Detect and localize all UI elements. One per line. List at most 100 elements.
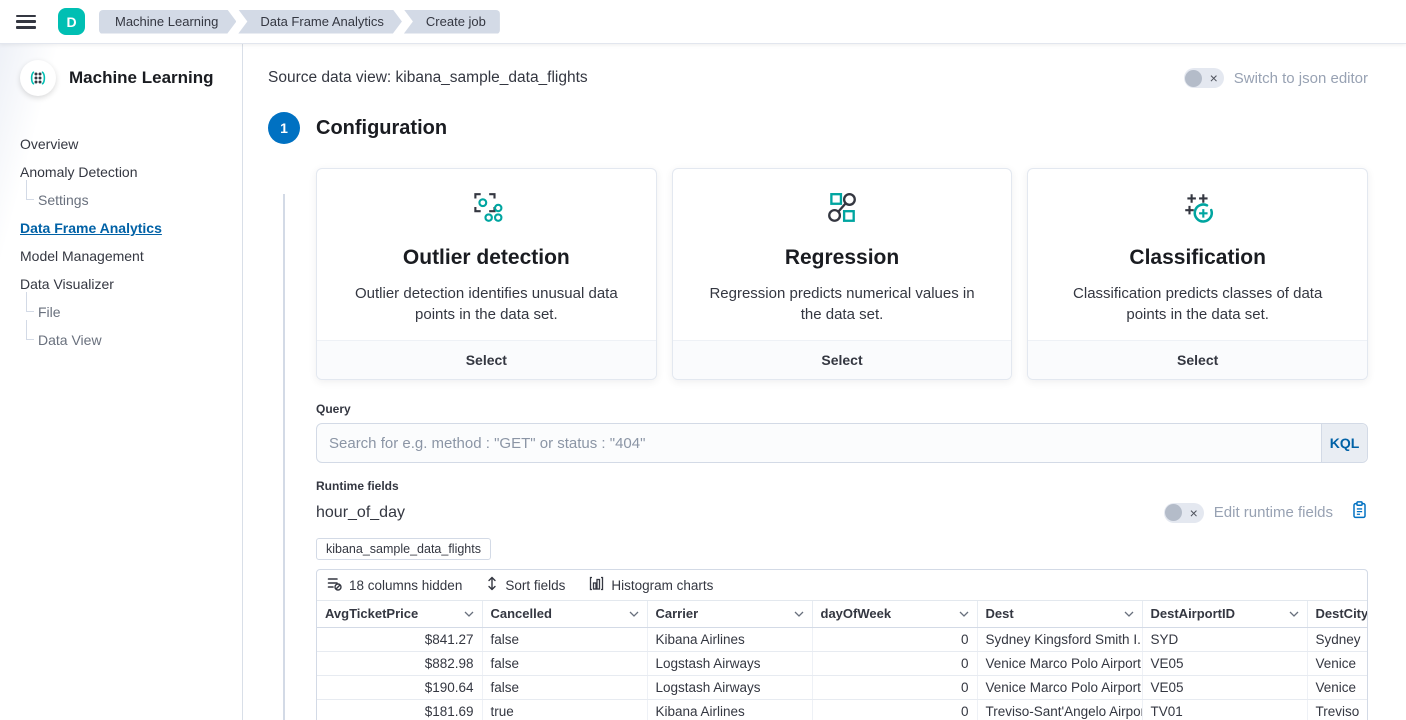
breadcrumb-create-job: Create job [404, 10, 500, 34]
edit-runtime-fields-toggle[interactable]: × [1164, 503, 1204, 523]
card-title: Outlier detection [343, 246, 630, 270]
table-row: $841.27 false Kibana Airlines 0 Sydney K… [317, 627, 1367, 651]
query-search-input[interactable] [316, 423, 1368, 463]
sidebar-nav: Overview Anomaly Detection Settings Data… [20, 130, 242, 354]
columns-icon [327, 576, 342, 594]
cell-dayofweek: 0 [812, 651, 977, 675]
breadcrumb-data-frame-analytics[interactable]: Data Frame Analytics [238, 10, 402, 34]
card-title: Classification [1054, 246, 1341, 270]
machine-learning-app-icon [20, 60, 56, 96]
outlier-detection-icon [466, 212, 506, 229]
main-content: Source data view: kibana_sample_data_fli… [243, 44, 1406, 720]
avatar[interactable]: D [58, 8, 85, 35]
card-description: Outlier detection identifies unusual dat… [343, 283, 630, 325]
sidebar-item-data-view[interactable]: Data View [20, 326, 242, 354]
select-classification-button[interactable]: Select [1028, 340, 1367, 379]
top-navigation-bar: D Machine Learning Data Frame Analytics … [0, 0, 1406, 44]
sidebar-item-data-frame-analytics[interactable]: Data Frame Analytics [20, 214, 242, 242]
card-classification: Classification Classification predicts c… [1027, 168, 1368, 380]
breadcrumb-machine-learning[interactable]: Machine Learning [99, 10, 236, 34]
card-description: Classification predicts classes of data … [1054, 283, 1341, 325]
cell-carrier: Logstash Airways [647, 675, 812, 699]
runtime-fields-label: Runtime fields [316, 479, 1368, 493]
json-editor-toggle-label: Switch to json editor [1234, 70, 1368, 87]
table-row: $181.69 true Kibana Airlines 0 Treviso-S… [317, 699, 1367, 720]
toggle-x-icon: × [1210, 71, 1218, 85]
sidebar-item-data-visualizer[interactable]: Data Visualizer [20, 270, 242, 298]
chevron-down-icon [1124, 611, 1134, 617]
histogram-charts-button[interactable]: Histogram charts [589, 576, 713, 594]
step-title: Configuration [316, 117, 447, 140]
cell-avgticketprice: $181.69 [317, 699, 482, 720]
runtime-field-name: hour_of_day [316, 504, 405, 522]
card-description: Regression predicts numerical values in … [699, 283, 986, 325]
cell-dayofweek: 0 [812, 675, 977, 699]
cell-dayofweek: 0 [812, 627, 977, 651]
sidebar: Machine Learning Overview Anomaly Detect… [0, 44, 243, 720]
toggle-x-icon: × [1190, 506, 1198, 520]
copy-icon[interactable] [1351, 501, 1368, 524]
table-row: $882.98 false Logstash Airways 0 Venice … [317, 651, 1367, 675]
chevron-down-icon [629, 611, 639, 617]
cell-destairportid: SYD [1142, 627, 1307, 651]
flights-data-table: AvgTicketPrice Cancelled Carrier dayOfWe… [317, 601, 1367, 720]
sidebar-item-file[interactable]: File [20, 298, 242, 326]
cell-destairportid: TV01 [1142, 699, 1307, 720]
classification-icon [1178, 212, 1218, 229]
cell-dest: Treviso-Sant'Angelo Airport [977, 699, 1142, 720]
column-header-cancelled[interactable]: Cancelled [482, 601, 647, 627]
cell-avgticketprice: $190.64 [317, 675, 482, 699]
select-outlier-detection-button[interactable]: Select [317, 340, 656, 379]
kql-language-button[interactable]: KQL [1321, 424, 1367, 462]
sort-icon [486, 576, 498, 594]
cell-destcityname: Venice [1307, 651, 1367, 675]
card-regression: Regression Regression predicts numerical… [672, 168, 1013, 380]
regression-icon [822, 212, 862, 229]
sidebar-item-model-management[interactable]: Model Management [20, 242, 242, 270]
cell-carrier: Logstash Airways [647, 651, 812, 675]
cell-destairportid: VE05 [1142, 675, 1307, 699]
chevron-down-icon [464, 611, 474, 617]
column-header-destcityname[interactable]: DestCityName [1307, 601, 1367, 627]
table-row: $190.64 false Logstash Airways 0 Venice … [317, 675, 1367, 699]
chevron-down-icon [1289, 611, 1299, 617]
edit-runtime-fields-label: Edit runtime fields [1214, 504, 1333, 521]
card-title: Regression [699, 246, 986, 270]
cell-carrier: Kibana Airlines [647, 627, 812, 651]
column-header-dayofweek[interactable]: dayOfWeek [812, 601, 977, 627]
cell-cancelled: false [482, 675, 647, 699]
sidebar-item-overview[interactable]: Overview [20, 130, 242, 158]
histogram-icon [589, 576, 604, 594]
json-editor-toggle[interactable]: × [1184, 68, 1224, 88]
sidebar-item-anomaly-detection[interactable]: Anomaly Detection [20, 158, 242, 186]
cell-avgticketprice: $841.27 [317, 627, 482, 651]
column-header-carrier[interactable]: Carrier [647, 601, 812, 627]
cell-destairportid: VE05 [1142, 651, 1307, 675]
column-header-destairportid[interactable]: DestAirportID [1142, 601, 1307, 627]
source-data-view-label: Source data view: kibana_sample_data_fli… [268, 69, 588, 87]
column-header-dest[interactable]: Dest [977, 601, 1142, 627]
sort-fields-button[interactable]: Sort fields [486, 576, 565, 594]
breadcrumb: Machine Learning Data Frame Analytics Cr… [99, 10, 502, 34]
cell-destcityname: Venice [1307, 675, 1367, 699]
sidebar-item-settings[interactable]: Settings [20, 186, 242, 214]
cell-dayofweek: 0 [812, 699, 977, 720]
cell-dest: Venice Marco Polo Airport [977, 651, 1142, 675]
column-header-avgticketprice[interactable]: AvgTicketPrice [317, 601, 482, 627]
query-label: Query [316, 402, 1368, 416]
select-regression-button[interactable]: Select [673, 340, 1012, 379]
cell-avgticketprice: $882.98 [317, 651, 482, 675]
cell-cancelled: true [482, 699, 647, 720]
index-badge: kibana_sample_data_flights [316, 538, 491, 560]
step-connector-line [283, 194, 285, 720]
columns-hidden-button[interactable]: 18 columns hidden [327, 576, 462, 594]
cell-carrier: Kibana Airlines [647, 699, 812, 720]
sidebar-title: Machine Learning [69, 68, 214, 88]
cell-dest: Sydney Kingsford Smith I... [977, 627, 1142, 651]
cell-dest: Venice Marco Polo Airport [977, 675, 1142, 699]
cell-destcityname: Treviso [1307, 699, 1367, 720]
menu-icon[interactable] [16, 15, 36, 29]
chevron-down-icon [959, 611, 969, 617]
step-number-badge: 1 [268, 112, 300, 144]
card-outlier-detection: Outlier detection Outlier detection iden… [316, 168, 657, 380]
